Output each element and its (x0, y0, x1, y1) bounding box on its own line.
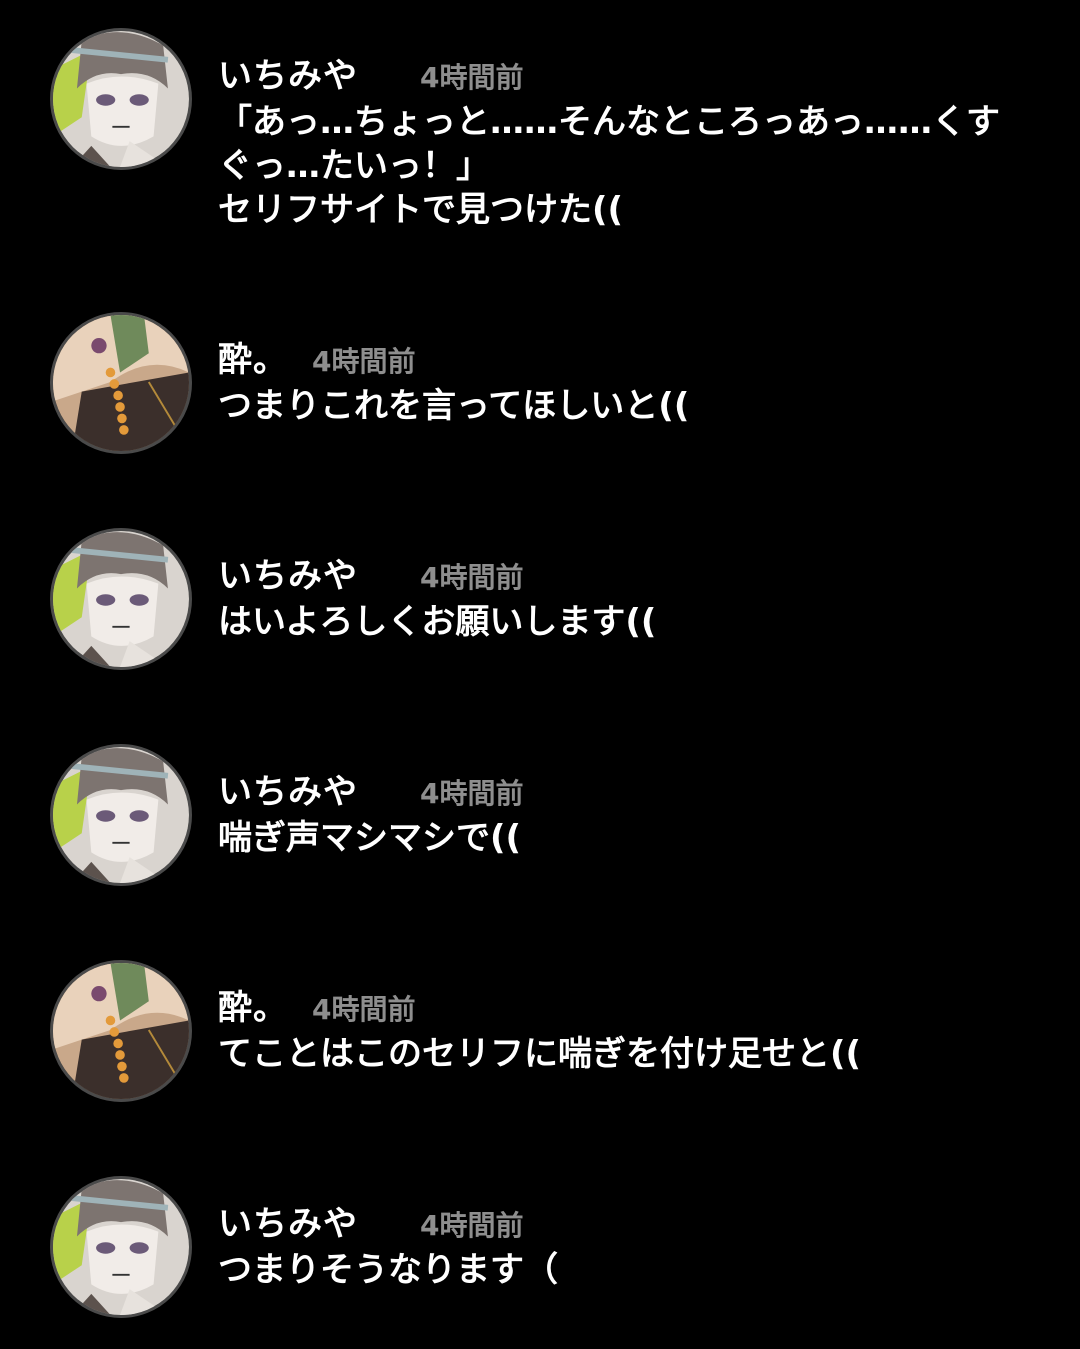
avatar[interactable] (50, 960, 192, 1102)
timestamp: 4時間前 (312, 345, 416, 378)
avatar[interactable] (50, 1176, 192, 1318)
comment-meta: いちみや 4時間前 (218, 764, 1020, 812)
comment-text: 喘ぎ声マシマシで(( (218, 818, 522, 858)
comment-text: つまりそうなります（ (218, 1250, 558, 1290)
comment-meta: いちみや 4時間前 (218, 1196, 1020, 1244)
avatar-sui-image (53, 315, 189, 451)
comment-body: いちみや 4時間前 喘ぎ声マシマシで(( (218, 764, 1020, 860)
timestamp: 4時間前 (312, 993, 416, 1026)
avatar-ichimiya-image (53, 747, 189, 883)
username[interactable]: いちみや (218, 764, 420, 813)
timestamp: 4時間前 (420, 777, 524, 810)
comment-text: はいよろしくお願いします(( (218, 602, 657, 642)
comment-text: 「あっ…ちょっと……そんなところっあっ……くす ぐっ…たいっ！」 セリフサイトで… (218, 102, 1000, 230)
username[interactable]: いちみや (218, 548, 420, 597)
avatar-ichimiya-image (53, 531, 189, 667)
avatar[interactable] (50, 312, 192, 454)
username[interactable]: いちみや (218, 1196, 420, 1245)
comment-meta: 酔。 4時間前 (218, 332, 1020, 380)
comment-body: 酔。 4時間前 つまりこれを言ってほしいと(( (218, 332, 1020, 428)
comment-body: 酔。 4時間前 てことはこのセリフに喘ぎを付け足せと(( (218, 980, 1020, 1076)
username[interactable]: いちみや (218, 48, 420, 97)
username[interactable]: 酔。 (218, 980, 312, 1029)
comment-meta: 酔。 4時間前 (218, 980, 1020, 1028)
avatar[interactable] (50, 28, 192, 170)
comment-text: てことはこのセリフに喘ぎを付け足せと(( (218, 1034, 862, 1074)
comment-body: いちみや 4時間前 はいよろしくお願いします(( (218, 548, 1020, 644)
comment-body: いちみや 4時間前 「あっ…ちょっと……そんなところっあっ……くす ぐっ…たいっ… (218, 48, 1020, 232)
timestamp: 4時間前 (420, 1209, 524, 1242)
avatar-ichimiya-image (53, 1179, 189, 1315)
timestamp: 4時間前 (420, 61, 524, 94)
comment-body: いちみや 4時間前 つまりそうなります（ (218, 1196, 1020, 1292)
avatar[interactable] (50, 744, 192, 886)
comment-meta: いちみや 4時間前 (218, 48, 1020, 96)
username[interactable]: 酔。 (218, 332, 312, 381)
timestamp: 4時間前 (420, 561, 524, 594)
comment-text: つまりこれを言ってほしいと(( (218, 386, 690, 426)
avatar-ichimiya-image (53, 31, 189, 167)
avatar-sui-image (53, 963, 189, 1099)
comment-meta: いちみや 4時間前 (218, 548, 1020, 596)
avatar[interactable] (50, 528, 192, 670)
